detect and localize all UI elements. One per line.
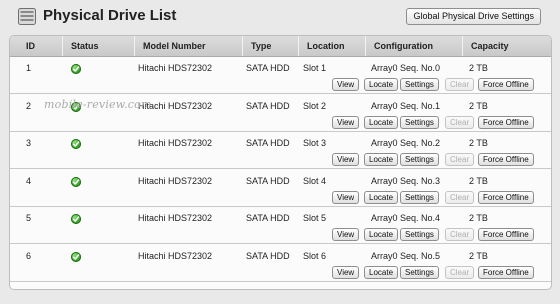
force-offline-button[interactable]: Force Offline	[478, 228, 534, 241]
table-row: 4 Hitachi HDS72302 SATA HDD Slot 4 Array…	[10, 170, 551, 207]
status-ok-check-icon	[71, 139, 81, 149]
status-ok-check-icon	[71, 214, 81, 224]
clear-button[interactable]: Clear	[445, 265, 475, 279]
settings-button[interactable]: Settings	[400, 78, 439, 91]
drive-location: Slot 3	[303, 138, 327, 148]
model-number: Hitachi HDS72302	[138, 63, 213, 73]
drive-type: SATA HDD	[246, 100, 290, 111]
locate-button[interactable]: Locate	[364, 153, 399, 166]
drive-capacity: 2 TB	[469, 100, 488, 111]
settings-button[interactable]: Settings	[400, 153, 439, 166]
column-header-configuration: Configuration	[365, 36, 462, 56]
view-button[interactable]: View	[332, 153, 360, 166]
clear-button[interactable]: Clear	[445, 228, 475, 241]
status-ok-check-icon	[71, 176, 81, 187]
drive-location: Slot 4	[303, 175, 327, 186]
column-header-location: Location	[298, 36, 365, 56]
drive-type: SATA HDD	[246, 175, 290, 186]
drive-capacity: 2 TB	[469, 250, 488, 261]
table-header: ID Status Model Number Type Location Con…	[10, 36, 551, 57]
settings-button[interactable]: Settings	[400, 115, 439, 129]
settings-button[interactable]: Settings	[400, 265, 439, 279]
drive-capacity: 2 TB	[469, 175, 488, 186]
column-header-model-number: Model Number	[134, 36, 242, 56]
column-header-type: Type	[242, 36, 298, 56]
view-button[interactable]: View	[332, 228, 360, 241]
drive-id: 6	[26, 250, 32, 261]
drive-type: SATA HDD	[246, 63, 290, 73]
drive-id: 4	[26, 175, 32, 186]
drive-configuration: Array0 Seq. No.1	[371, 100, 441, 111]
settings-button[interactable]: Settings	[400, 228, 439, 241]
force-offline-button[interactable]: Force Offline	[478, 190, 534, 204]
column-header-id: ID	[26, 41, 35, 51]
locate-button[interactable]: Locate	[364, 265, 399, 279]
clear-button[interactable]: Clear	[445, 115, 475, 129]
force-offline-button[interactable]: Force Offline	[478, 115, 534, 129]
view-button[interactable]: View	[332, 190, 360, 204]
drive-type: SATA HDD	[246, 250, 290, 261]
drive-location: Slot 2	[303, 100, 327, 111]
drive-configuration: Array0 Seq. No.0	[371, 63, 441, 73]
clear-button[interactable]: Clear	[445, 153, 475, 166]
drive-id: 2	[26, 100, 32, 111]
drive-configuration: Array0 Seq. No.5	[371, 250, 441, 261]
table-row: 3 Hitachi HDS72302 SATA HDD Slot 3 Array…	[10, 132, 551, 169]
drive-location: Slot 5	[303, 213, 327, 223]
clear-button[interactable]: Clear	[445, 190, 475, 204]
table-row: 1 Hitachi HDS72302 SATA HDD Slot 1 Array…	[10, 57, 551, 94]
drive-type: SATA HDD	[246, 213, 290, 223]
locate-button[interactable]: Locate	[364, 78, 399, 91]
table-row: 5 Hitachi HDS72302 SATA HDD Slot 5 Array…	[10, 207, 551, 244]
table-row: 6 Hitachi HDS72302 SATA HDD Slot 6 Array…	[10, 245, 551, 282]
column-header-status: Status	[62, 36, 134, 56]
drive-configuration: Array0 Seq. No.2	[371, 138, 441, 148]
model-number: Hitachi HDS72302	[138, 175, 213, 186]
hard-drive-icon	[18, 8, 36, 25]
clear-button[interactable]: Clear	[445, 78, 475, 91]
model-number: Hitachi HDS72302	[138, 250, 213, 261]
physical-drive-table: ID Status Model Number Type Location Con…	[9, 35, 552, 290]
drive-id: 3	[26, 138, 32, 148]
view-button[interactable]: View	[332, 115, 360, 129]
drive-type: SATA HDD	[246, 138, 290, 148]
locate-button[interactable]: Locate	[364, 190, 399, 204]
drive-id: 5	[26, 213, 32, 223]
page-header: Physical Drive List Global Physical Driv…	[0, 0, 560, 34]
status-ok-check-icon	[71, 64, 81, 74]
model-number: Hitachi HDS72302	[138, 138, 213, 148]
force-offline-button[interactable]: Force Offline	[478, 153, 534, 166]
drive-id: 1	[26, 63, 32, 73]
global-physical-drive-settings-button[interactable]: Global Physical Drive Settings	[406, 8, 541, 25]
page-title: Physical Drive List	[43, 7, 177, 24]
drive-configuration: Array0 Seq. No.4	[371, 213, 441, 223]
view-button[interactable]: View	[332, 265, 360, 279]
drive-location: Slot 6	[303, 250, 327, 261]
drive-capacity: 2 TB	[469, 63, 488, 73]
status-ok-check-icon	[71, 251, 81, 262]
column-header-capacity: Capacity	[462, 36, 551, 56]
force-offline-button[interactable]: Force Offline	[478, 265, 534, 279]
settings-button[interactable]: Settings	[400, 190, 439, 204]
locate-button[interactable]: Locate	[364, 228, 399, 241]
locate-button[interactable]: Locate	[364, 115, 399, 129]
force-offline-button[interactable]: Force Offline	[478, 78, 534, 91]
drive-configuration: Array0 Seq. No.3	[371, 175, 441, 186]
view-button[interactable]: View	[332, 78, 360, 91]
drive-location: Slot 1	[303, 63, 327, 73]
watermark-text: mobile-review.com	[44, 98, 152, 111]
model-number: Hitachi HDS72302	[138, 213, 213, 223]
drive-capacity: 2 TB	[469, 138, 488, 148]
drive-capacity: 2 TB	[469, 213, 488, 223]
